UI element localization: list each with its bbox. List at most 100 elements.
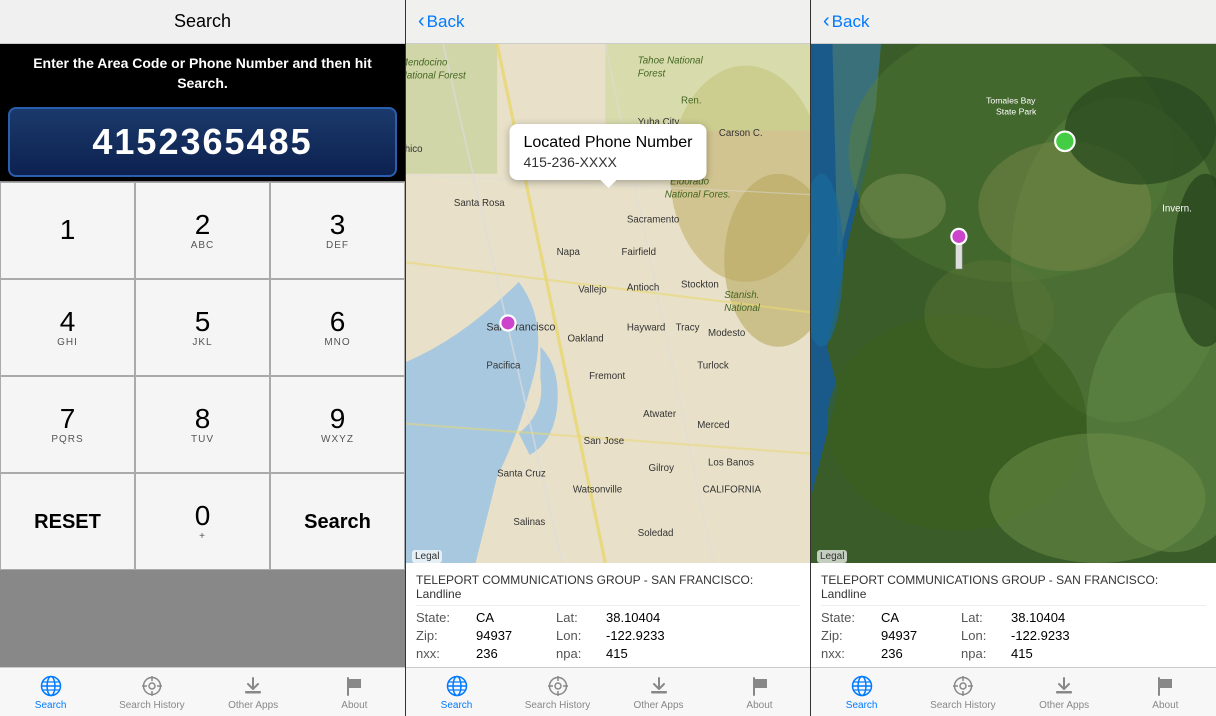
- tab-about-label-2: About: [746, 700, 772, 711]
- key-0-digit: 0: [195, 502, 211, 530]
- tab-history-3[interactable]: Search History: [912, 668, 1013, 716]
- map-view-3[interactable]: Tomales Bay State Park Invern. Legal: [811, 44, 1216, 563]
- key-8[interactable]: 8 TUV: [135, 376, 270, 473]
- tab-about-label-1: About: [341, 700, 367, 711]
- svg-text:Pacifica: Pacifica: [486, 360, 521, 371]
- key-7[interactable]: 7 PQRS: [0, 376, 135, 473]
- svg-text:State Park: State Park: [996, 106, 1037, 116]
- nxx-label-3: nxx:: [821, 646, 881, 661]
- key-3[interactable]: 3 DEF: [270, 182, 405, 279]
- key-search[interactable]: Search: [270, 473, 405, 570]
- map-info-3: TELEPORT COMMUNICATIONS GROUP - SAN FRAN…: [811, 563, 1216, 667]
- tab-history-label-1: Search History: [119, 700, 185, 711]
- map-view-2[interactable]: Mendocino National Forest Tahoe National…: [406, 44, 810, 563]
- dialer-panel: Search Enter the Area Code or Phone Numb…: [0, 0, 406, 716]
- key-8-letters: TUV: [191, 434, 214, 445]
- tab-otherapps-2[interactable]: Other Apps: [608, 668, 709, 716]
- flag-icon-3: [1153, 674, 1177, 698]
- svg-text:Invern.: Invern.: [1162, 204, 1192, 215]
- svg-text:National Forest: National Forest: [406, 71, 467, 82]
- tab-history-label-2: Search History: [525, 700, 591, 711]
- svg-text:Stockton: Stockton: [681, 279, 719, 290]
- lon-val-2: -122.9233: [606, 628, 696, 643]
- svg-text:San Francisco: San Francisco: [486, 322, 555, 334]
- svg-text:Gilroy: Gilroy: [649, 463, 675, 474]
- key-9[interactable]: 9 WXYZ: [270, 376, 405, 473]
- svg-text:Carson C.: Carson C.: [719, 128, 763, 139]
- svg-text:National: National: [724, 303, 760, 314]
- svg-text:Fremont: Fremont: [589, 371, 625, 382]
- key-2[interactable]: 2 ABC: [135, 182, 270, 279]
- key-6[interactable]: 6 MNO: [270, 279, 405, 376]
- nxx-val-2: 236: [476, 646, 556, 661]
- lon-label-3: Lon:: [961, 628, 1011, 643]
- map-info-title-2: TELEPORT COMMUNICATIONS GROUP - SAN FRAN…: [416, 569, 800, 606]
- tab-history-label-3: Search History: [930, 700, 996, 711]
- tab-about-3[interactable]: About: [1115, 668, 1216, 716]
- svg-text:Napa: Napa: [557, 247, 581, 258]
- tab-history-1[interactable]: Search History: [101, 668, 202, 716]
- key-7-digit: 7: [60, 405, 76, 433]
- tab-otherapps-label-3: Other Apps: [1039, 700, 1089, 711]
- key-3-digit: 3: [330, 211, 346, 239]
- key-9-digit: 9: [330, 405, 346, 433]
- key-6-digit: 6: [330, 308, 346, 336]
- crosshair-icon-1: [140, 674, 164, 698]
- dialer-header: Search: [0, 0, 405, 44]
- tab-search-2[interactable]: Search: [406, 668, 507, 716]
- tab-history-2[interactable]: Search History: [507, 668, 608, 716]
- svg-text:Tracy: Tracy: [676, 323, 700, 334]
- globe-icon-3: [850, 674, 874, 698]
- map-svg-2: Mendocino National Forest Tahoe National…: [406, 44, 810, 563]
- tab-search-3[interactable]: Search: [811, 668, 912, 716]
- tab-search-1[interactable]: Search: [0, 668, 101, 716]
- key-4[interactable]: 4 GHI: [0, 279, 135, 376]
- popup-title-2: Located Phone Number: [524, 134, 693, 152]
- tab-otherapps-1[interactable]: Other Apps: [203, 668, 304, 716]
- map-panel-standard: ‹ Back Mendocino National Fo: [406, 0, 811, 716]
- back-label-3: Back: [832, 12, 870, 32]
- svg-text:Sacramento: Sacramento: [627, 214, 679, 225]
- svg-text:CALIFORNIA: CALIFORNIA: [703, 485, 762, 496]
- npa-label-3: npa:: [961, 646, 1011, 661]
- npa-val-3: 415: [1011, 646, 1101, 661]
- zip-label-2: Zip:: [416, 628, 476, 643]
- state-val-2: CA: [476, 610, 556, 625]
- key-8-digit: 8: [195, 405, 211, 433]
- svg-text:Los Banos: Los Banos: [708, 458, 754, 469]
- key-5-digit: 5: [195, 308, 211, 336]
- globe-icon-1: [39, 674, 63, 698]
- key-9-letters: WXYZ: [321, 434, 354, 445]
- tab-about-2[interactable]: About: [709, 668, 810, 716]
- tab-bar-1: Search Search History: [0, 667, 405, 716]
- key-5[interactable]: 5 JKL: [135, 279, 270, 376]
- back-button-3[interactable]: ‹ Back: [823, 10, 869, 33]
- state-label-3: State:: [821, 610, 881, 625]
- svg-text:Ren.: Ren.: [681, 95, 702, 106]
- key-7-letters: PQRS: [51, 434, 83, 445]
- back-label-2: Back: [427, 12, 465, 32]
- back-chevron-icon-2: ‹: [418, 10, 425, 33]
- svg-text:Modesto: Modesto: [708, 328, 745, 339]
- key-0[interactable]: 0 +: [135, 473, 270, 570]
- map-header-3: ‹ Back: [811, 0, 1216, 44]
- info-grid-3: State: CA Lat: 38.10404 Zip: 94937 Lon: …: [821, 610, 1206, 661]
- svg-text:Stanish.: Stanish.: [724, 290, 759, 301]
- key-1[interactable]: 1: [0, 182, 135, 279]
- flag-icon-1: [342, 674, 366, 698]
- dialer-title: Search: [174, 11, 231, 32]
- back-button-2[interactable]: ‹ Back: [418, 10, 464, 33]
- svg-text:Vallejo: Vallejo: [578, 285, 606, 296]
- svg-text:Turlock: Turlock: [697, 360, 729, 371]
- svg-text:Mendocino: Mendocino: [406, 58, 448, 69]
- key-reset[interactable]: RESET: [0, 473, 135, 570]
- state-val-3: CA: [881, 610, 961, 625]
- tab-bar-2: Search Search History: [406, 667, 810, 716]
- crosshair-icon-2: [546, 674, 570, 698]
- lat-val-3: 38.10404: [1011, 610, 1101, 625]
- download-icon-2: [647, 674, 671, 698]
- tab-otherapps-3[interactable]: Other Apps: [1014, 668, 1115, 716]
- lat-label-2: Lat:: [556, 610, 606, 625]
- download-icon-1: [241, 674, 265, 698]
- tab-about-1[interactable]: About: [304, 668, 405, 716]
